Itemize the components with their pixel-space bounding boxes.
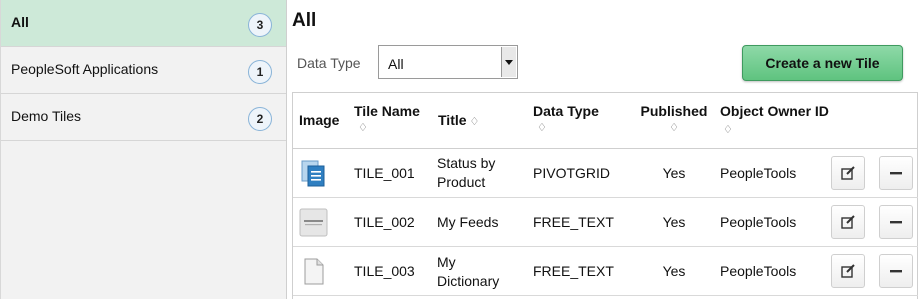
- data-type-cell: PIVOTGRID: [533, 165, 611, 181]
- tile-name-cell: TILE_001: [354, 165, 415, 181]
- delete-button[interactable]: [879, 254, 913, 288]
- count-badge: 3: [248, 13, 272, 37]
- column-header-image: Image: [299, 112, 339, 129]
- data-type-cell: FREE_TEXT: [533, 263, 614, 279]
- sort-icon[interactable]: ♢: [470, 114, 480, 131]
- data-type-cell: FREE_TEXT: [533, 214, 614, 230]
- edit-icon: [841, 264, 855, 278]
- minus-icon: [890, 270, 902, 273]
- owner-cell: PeopleTools: [720, 263, 797, 279]
- oracle-logo-icon: [299, 208, 328, 237]
- blank-document-icon: [304, 258, 324, 285]
- grid-header: Image Tile Name ♢ Title ♢ Data Type ♢ Pub…: [293, 93, 918, 149]
- delete-button[interactable]: [879, 156, 913, 190]
- title-cell: Status by Product: [437, 155, 496, 190]
- sidebar-item-demo-tiles[interactable]: Demo Tiles 2: [1, 94, 286, 141]
- sidebar: All 3 PeopleSoft Applications 1 Demo Til…: [0, 0, 287, 299]
- sort-icon[interactable]: ♢: [537, 120, 599, 137]
- owner-cell: PeopleTools: [720, 214, 797, 230]
- delete-button[interactable]: [879, 205, 913, 239]
- table-row[interactable]: TILE_003 My Dictionary FREE_TEXT Yes Peo…: [293, 247, 918, 296]
- column-header-label: Title: [438, 112, 467, 128]
- table-row[interactable]: TILE_002 My Feeds FREE_TEXT Yes PeopleTo…: [293, 198, 918, 247]
- create-tile-button[interactable]: Create a new Tile: [742, 45, 903, 81]
- count-badge: 1: [248, 60, 272, 84]
- column-header-label: Tile Name: [354, 103, 420, 119]
- column-header-label: Object Owner ID: [720, 103, 829, 119]
- sort-icon[interactable]: ♢: [634, 120, 714, 137]
- minus-icon: [890, 221, 902, 224]
- tiles-grid: Image Tile Name ♢ Title ♢ Data Type ♢ Pub…: [292, 92, 918, 299]
- column-header-label: Data Type: [533, 103, 599, 119]
- dropdown-arrow-icon[interactable]: [501, 47, 516, 77]
- tile-name-cell: TILE_003: [354, 263, 415, 279]
- sort-icon[interactable]: ♢: [723, 122, 733, 139]
- tile-manager-page: All 3 PeopleSoft Applications 1 Demo Til…: [0, 0, 918, 299]
- column-header-tile-name[interactable]: Tile Name ♢: [354, 103, 420, 137]
- edit-icon: [841, 166, 855, 180]
- table-row[interactable]: TILE_001 Status by Product PIVOTGRID Yes…: [293, 149, 918, 198]
- edit-icon: [841, 215, 855, 229]
- edit-button[interactable]: [831, 156, 865, 190]
- sidebar-item-label: All: [11, 14, 29, 30]
- data-type-select[interactable]: All: [378, 45, 518, 79]
- title-cell: My Dictionary: [437, 254, 500, 289]
- tile-name-cell: TILE_002: [354, 214, 415, 230]
- column-header-label: Image: [299, 112, 340, 128]
- sidebar-item-all[interactable]: All 3: [1, 0, 286, 47]
- column-header-object-owner-id[interactable]: Object Owner ID ♢: [720, 103, 830, 139]
- owner-cell: PeopleTools: [720, 165, 797, 181]
- published-cell: Yes: [662, 165, 686, 181]
- sidebar-item-label: PeopleSoft Applications: [11, 61, 159, 77]
- document-chart-icon: [301, 160, 325, 187]
- data-type-filter-label: Data Type: [297, 55, 361, 71]
- main-content: All Data Type All Create a new Tile Imag…: [288, 0, 918, 299]
- edit-button[interactable]: [831, 254, 865, 288]
- edit-button[interactable]: [831, 205, 865, 239]
- minus-icon: [890, 172, 902, 175]
- sidebar-item-label: Demo Tiles: [11, 108, 82, 124]
- column-header-label: Published: [640, 103, 708, 119]
- count-badge: 2: [248, 107, 272, 131]
- published-cell: Yes: [662, 214, 686, 230]
- title-cell: My Feeds: [437, 214, 499, 230]
- column-header-title[interactable]: Title ♢: [438, 112, 479, 131]
- column-header-published[interactable]: Published ♢: [634, 103, 714, 137]
- sort-icon[interactable]: ♢: [358, 120, 420, 137]
- data-type-select-value: All: [388, 56, 404, 72]
- published-cell: Yes: [662, 263, 686, 279]
- sidebar-item-peoplesoft-applications[interactable]: PeopleSoft Applications 1: [1, 47, 286, 94]
- page-title: All: [292, 10, 317, 31]
- column-header-data-type[interactable]: Data Type ♢: [533, 103, 599, 137]
